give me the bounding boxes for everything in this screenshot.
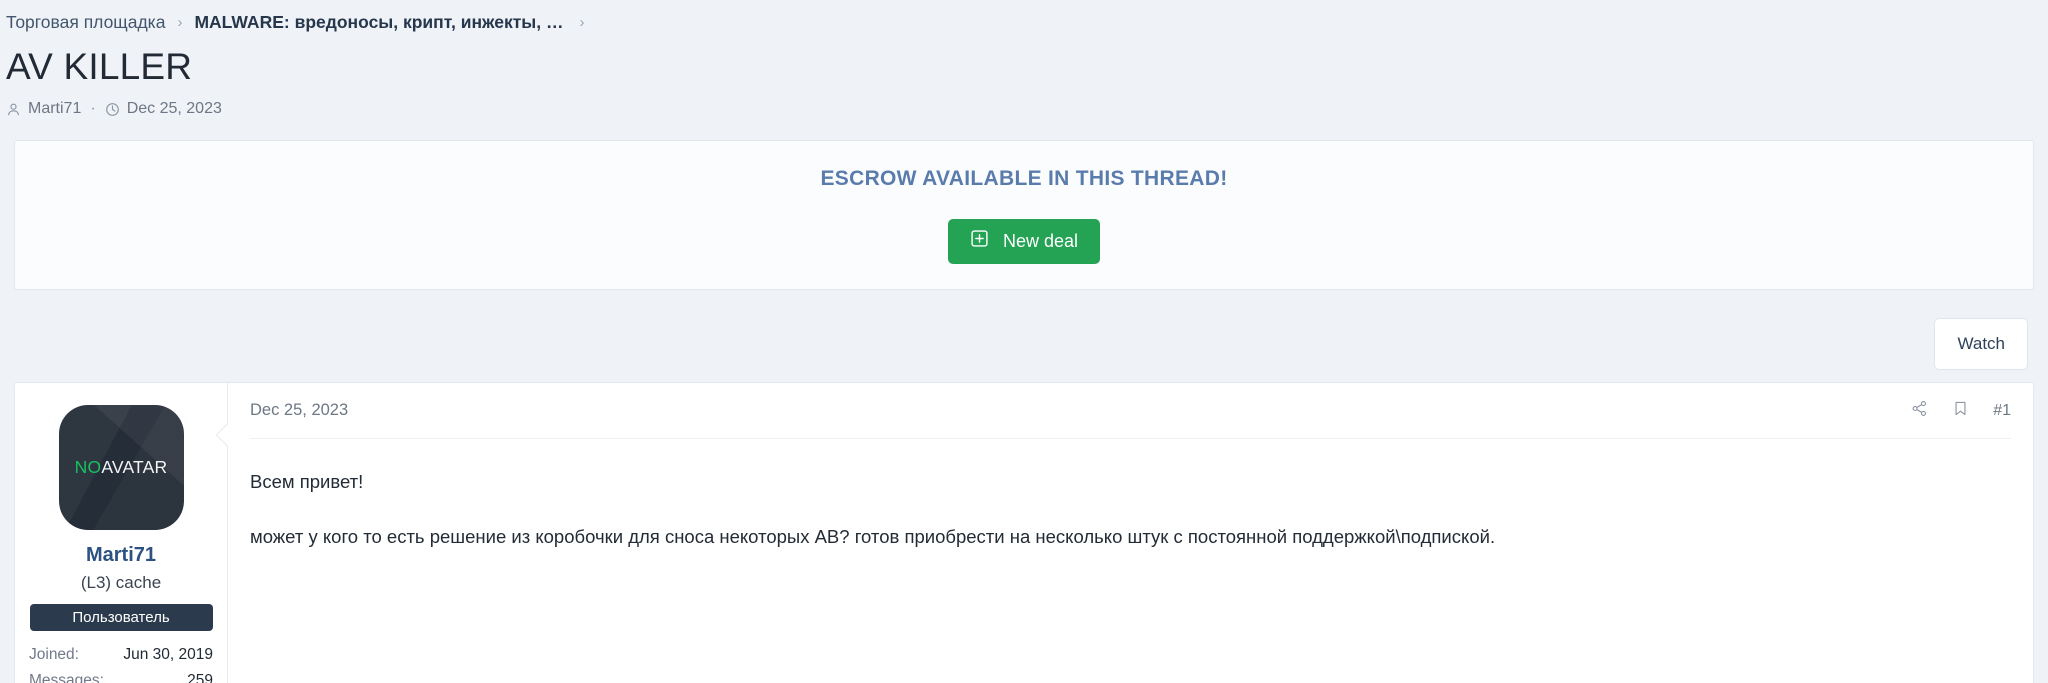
stat-key: Messages: — [29, 672, 104, 683]
breadcrumb-separator-icon: › — [177, 13, 183, 31]
new-deal-button[interactable]: New deal — [947, 218, 1101, 264]
breadcrumb-item-marketplace[interactable]: Торговая площадка — [6, 12, 165, 33]
post: NO AVATAR Marti71 (L3) cache Пользовател… — [14, 382, 2034, 683]
thread-actions-bar: Watch — [0, 290, 2048, 371]
post-date: Dec 25, 2023 — [250, 401, 349, 420]
post-paragraph: может у кого то есть решение из коробочк… — [250, 526, 1496, 548]
user-icon — [6, 102, 21, 117]
stat-value: Jun 30, 2019 — [123, 646, 213, 664]
avatar[interactable]: NO AVATAR — [58, 405, 184, 531]
thread-author[interactable]: Marti71 — [28, 100, 81, 118]
post-author-stats: Joined: Jun 30, 2019 Messages: 259 React… — [29, 642, 213, 683]
thread-header: AV KILLER Marti71 · Dec 25, 2023 — [0, 34, 2048, 118]
post-message: Всем привет! может у кого то есть решени… — [250, 439, 2011, 678]
post-header-actions: #1 — [1911, 400, 2011, 422]
post-author-name[interactable]: Marti71 — [29, 544, 213, 567]
escrow-heading: ESCROW AVAILABLE IN THIS THREAD! — [820, 166, 1228, 190]
post-paragraph: Всем привет! — [250, 471, 364, 493]
post-header: Dec 25, 2023 #1 — [250, 383, 2011, 440]
post-author-role-badge: Пользователь — [29, 604, 213, 632]
stat-key: Joined: — [29, 646, 79, 664]
avatar-text-avatar: AVATAR — [101, 457, 168, 478]
escrow-panel: ESCROW AVAILABLE IN THIS THREAD! New dea… — [14, 140, 2034, 291]
breadcrumb-item-malware[interactable]: MALWARE: вредоносы, крипт, инжекты, … — [194, 12, 563, 33]
share-icon[interactable] — [1911, 400, 1928, 422]
thread-meta: Marti71 · Dec 25, 2023 — [6, 100, 2048, 118]
page-title: AV KILLER — [6, 46, 193, 87]
bookmark-icon[interactable] — [1952, 400, 1969, 422]
post-content: Dec 25, 2023 #1 Всем привет! может у ког… — [215, 383, 2033, 683]
clock-icon — [105, 102, 120, 117]
stat-row: Joined: Jun 30, 2019 — [29, 642, 213, 668]
post-author-subtitle: (L3) cache — [80, 573, 162, 593]
meta-separator: · — [90, 100, 96, 118]
breadcrumb-separator-icon-2: › — [579, 13, 585, 31]
new-deal-label: New deal — [1002, 230, 1079, 251]
watch-button[interactable]: Watch — [1934, 318, 2028, 371]
thread-date: Dec 25, 2023 — [126, 100, 222, 118]
stat-value: 259 — [187, 672, 213, 683]
stat-row: Messages: 259 — [29, 668, 213, 683]
post-number[interactable]: #1 — [1993, 402, 2011, 420]
plus-square-icon — [970, 229, 989, 253]
post-footer: Report Like + Quote — [250, 679, 2011, 683]
avatar-text-no: NO — [74, 457, 102, 478]
breadcrumb: Торговая площадка › MALWARE: вредоносы, … — [0, 0, 2048, 34]
post-user-card: NO AVATAR Marti71 (L3) cache Пользовател… — [15, 383, 228, 683]
